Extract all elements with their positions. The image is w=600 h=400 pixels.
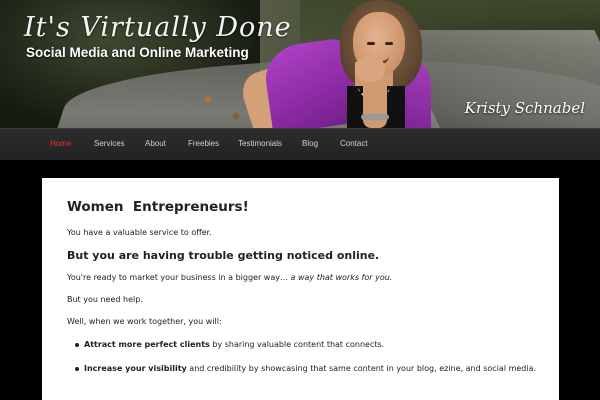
ready-paragraph: You're ready to market your business in …	[67, 273, 537, 282]
nav-item-home[interactable]: Home	[50, 139, 71, 148]
person-eye-left	[367, 42, 375, 45]
nav-item-testimonials[interactable]: Testimonials	[238, 139, 282, 148]
person-forearm	[363, 76, 387, 128]
nav-item-services[interactable]: Services	[94, 139, 125, 148]
ready-text: You're ready to market your business in …	[67, 273, 291, 282]
person-bracelet	[361, 114, 389, 120]
benefit-bold: Attract more perfect clients	[84, 340, 210, 349]
person-eye-right	[385, 42, 393, 45]
list-item: Increase your visibility and credibility…	[67, 364, 537, 373]
person-hand	[355, 56, 385, 82]
nav-items: Home Services About Freebies Testimonial…	[40, 129, 560, 161]
benefit-text: by sharing valuable content that connect…	[209, 340, 385, 349]
nav-item-freebies[interactable]: Freebies	[188, 139, 219, 148]
nav-item-about[interactable]: About	[145, 139, 166, 148]
owner-signature: Kristy Schnabel	[464, 99, 585, 117]
ready-emphasis: a way that works for you.	[290, 273, 393, 282]
site-tagline: Social Media and Online Marketing	[26, 45, 249, 60]
main-content: Women Entrepreneurs! You have a valuable…	[42, 178, 559, 400]
intro-paragraph: You have a valuable service to offer.	[67, 228, 212, 237]
sub-heading: But you are having trouble getting notic…	[67, 249, 380, 262]
list-item: Attract more perfect clients by sharing …	[67, 340, 537, 349]
together-paragraph: Well, when we work together, you will:	[67, 317, 222, 326]
benefits-list: Attract more perfect clients by sharing …	[67, 340, 537, 373]
benefit-text: and credibility by showcasing that same …	[186, 364, 537, 373]
nav-item-contact[interactable]: Contact	[340, 139, 368, 148]
need-help-paragraph: But you need help.	[67, 295, 143, 304]
nav-item-blog[interactable]: Blog	[302, 139, 318, 148]
header-banner: It's Virtually Done Social Media and Onl…	[0, 0, 600, 128]
site-logo[interactable]: It's Virtually Done	[24, 12, 292, 43]
main-navigation: Home Services About Freebies Testimonial…	[0, 128, 600, 160]
page-title: Women Entrepreneurs!	[67, 199, 249, 215]
content-body: Women Entrepreneurs! You have a valuable…	[67, 199, 537, 388]
benefit-bold: Increase your visibility	[84, 364, 187, 373]
